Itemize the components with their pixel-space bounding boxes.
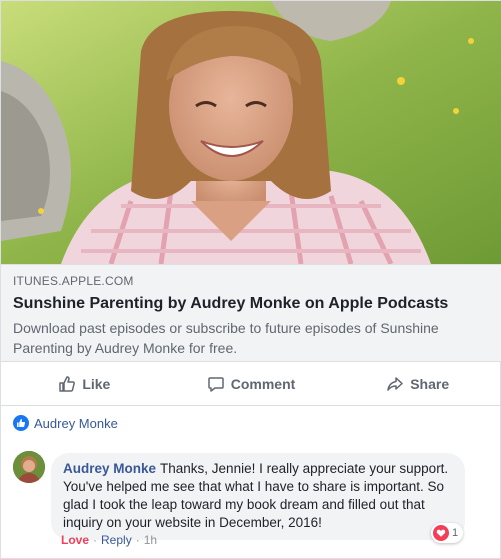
like-reaction-icon [13, 415, 29, 431]
post-actions: Like Comment Share [1, 362, 501, 406]
share-button[interactable]: Share [334, 367, 501, 401]
reply-link[interactable]: Reply [101, 533, 132, 547]
meta-separator: · [135, 533, 140, 547]
link-description: Download past episodes or subscribe to f… [13, 320, 439, 356]
heart-icon [433, 525, 449, 541]
comment-icon [207, 376, 224, 392]
post-card: ITUNES.APPLE.COM Sunshine Parenting by A… [0, 0, 501, 559]
podcast-host-photo [1, 1, 501, 264]
link-domain: ITUNES.APPLE.COM [13, 274, 134, 288]
link-preview-image[interactable] [1, 1, 501, 264]
meta-separator: · [93, 533, 98, 547]
love-link[interactable]: Love [61, 533, 89, 547]
link-preview[interactable]: ITUNES.APPLE.COM Sunshine Parenting by A… [1, 264, 501, 362]
reactors-name[interactable]: Audrey Monke [34, 416, 118, 431]
avatar-image [13, 451, 45, 483]
avatar[interactable] [13, 451, 45, 483]
comment-author[interactable]: Audrey Monke [63, 461, 156, 476]
love-heart-icon [436, 529, 446, 537]
thumbs-up-icon [59, 375, 76, 392]
comment-meta: Love · Reply · 1h [61, 533, 157, 547]
share-label: Share [410, 375, 450, 392]
comment-button[interactable]: Comment [168, 367, 335, 401]
thumbs-up-small-icon [17, 419, 26, 427]
reaction-count: 1 [452, 527, 459, 539]
share-icon [387, 376, 403, 391]
reactions-summary[interactable]: Audrey Monke [13, 412, 118, 434]
comment-label: Comment [230, 375, 296, 392]
like-label: Like [82, 375, 111, 392]
link-title[interactable]: Sunshine Parenting by Audrey Monke on Ap… [13, 293, 489, 315]
comment-bubble: Audrey Monke Thanks, Jennie! I really app… [51, 453, 465, 540]
comment-timestamp[interactable]: 1h [144, 533, 157, 547]
like-button[interactable]: Like [1, 367, 168, 401]
comment-reaction-count[interactable]: 1 [431, 523, 464, 543]
